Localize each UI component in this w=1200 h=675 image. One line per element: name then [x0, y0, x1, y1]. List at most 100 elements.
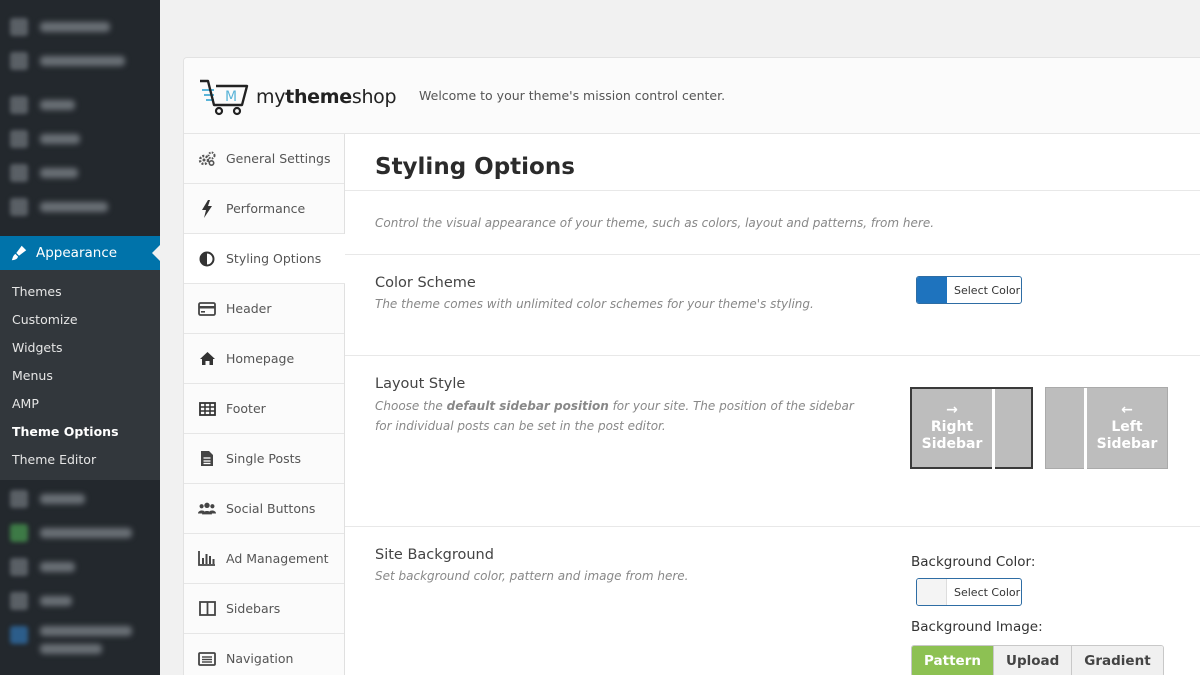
wp-submenu-menus[interactable]: Menus — [12, 368, 53, 383]
nav-item-label: Social Buttons — [226, 501, 316, 516]
wp-submenu-themes[interactable]: Themes — [12, 284, 62, 299]
pattern-tab[interactable]: Pattern — [912, 646, 994, 675]
nav-item-label: Footer — [226, 401, 266, 416]
file-text-icon — [198, 450, 216, 468]
nav-item-label: Styling Options — [226, 251, 322, 266]
color-swatch — [917, 277, 947, 303]
background-color-label: Background Color: — [911, 554, 1036, 570]
divider — [345, 254, 1200, 255]
layout-right-sidebar-option[interactable]: → Right Sidebar — [910, 387, 1033, 471]
nav-item-label: Navigation — [226, 651, 294, 666]
blurred-icon — [10, 524, 28, 542]
welcome-message: Welcome to your theme's mission control … — [419, 88, 726, 103]
nav-item-sidebars[interactable]: Sidebars — [184, 584, 344, 634]
nav-item-header[interactable]: Header — [184, 284, 344, 334]
nav-item-footer[interactable]: Footer — [184, 384, 344, 434]
layout-left-sidebar-option[interactable]: ← Left Sidebar — [1045, 387, 1168, 470]
wp-submenu-widgets[interactable]: Widgets — [12, 340, 63, 355]
wp-menu-item-blurred[interactable] — [0, 620, 160, 664]
blurred-icon — [10, 626, 28, 644]
logo-letter: M — [225, 89, 237, 105]
nav-item-label: Header — [226, 301, 272, 316]
theme-options-panel: M mythemeshop Welcome to your theme's mi… — [183, 57, 1200, 675]
nav-item-styling-options[interactable]: Styling Options — [184, 234, 345, 284]
wp-menu-item-blurred[interactable] — [0, 156, 160, 190]
section-title: Styling Options — [375, 154, 575, 180]
divider — [345, 355, 1200, 356]
nav-item-social-buttons[interactable]: Social Buttons — [184, 484, 344, 534]
nav-item-label: General Settings — [226, 151, 331, 166]
adjust-icon — [198, 250, 216, 268]
blurred-icon — [10, 592, 28, 610]
nav-item-label: Homepage — [226, 351, 295, 366]
blurred-icon — [10, 96, 28, 114]
logo-wordmark: mythemeshop — [256, 86, 397, 108]
background-image-label: Background Image: — [911, 619, 1043, 635]
gears-icon — [198, 150, 216, 168]
wp-menu-item-blurred[interactable] — [0, 516, 160, 550]
select-color-label: Select Color — [954, 283, 1021, 297]
blurred-icon — [10, 490, 28, 508]
layout-right-label: → Right Sidebar — [912, 402, 992, 453]
layout-divider — [992, 389, 995, 471]
divider — [345, 190, 1200, 191]
wp-submenu-theme-editor[interactable]: Theme Editor — [12, 452, 96, 467]
wp-menu-item-blurred[interactable] — [0, 550, 160, 584]
options-content: Styling Options Control the visual appea… — [345, 134, 1200, 675]
color-scheme-select-button[interactable]: Select Color — [916, 276, 1022, 304]
wp-submenu-amp[interactable]: AMP — [12, 396, 39, 411]
wp-admin-sidebar: Appearance Themes Customize Widgets Menu… — [0, 0, 160, 675]
wp-menu-item-blurred[interactable] — [0, 482, 160, 516]
divider — [345, 526, 1200, 527]
wp-menu-item-blurred[interactable] — [0, 10, 160, 44]
wp-menu-item-blurred[interactable] — [0, 584, 160, 618]
select-color-label: Select Color — [954, 585, 1021, 599]
wp-menu-item-blurred[interactable] — [0, 190, 160, 224]
panel-header: M mythemeshop Welcome to your theme's mi… — [184, 58, 1200, 134]
home-icon — [198, 350, 216, 368]
blurred-icon — [10, 198, 28, 216]
upload-tab[interactable]: Upload — [993, 646, 1073, 675]
nav-item-label: Sidebars — [226, 601, 281, 616]
site-background-description: Set background color, pattern and image … — [375, 569, 689, 583]
nav-item-label: Performance — [226, 201, 306, 216]
layout-left-label: ← Left Sidebar — [1087, 402, 1167, 453]
users-icon — [198, 500, 216, 518]
nav-item-ad-management[interactable]: Ad Management — [184, 534, 344, 584]
blurred-icon — [10, 164, 28, 182]
nav-item-homepage[interactable]: Homepage — [184, 334, 344, 384]
paintbrush-icon — [10, 244, 28, 262]
blurred-icon — [10, 18, 28, 36]
bar-chart-icon — [198, 550, 216, 568]
wp-menu-appearance-label: Appearance — [36, 245, 118, 261]
columns-icon — [198, 600, 216, 618]
background-color-select-button[interactable]: Select Color — [916, 578, 1022, 606]
layout-style-description: Choose the default sidebar position for … — [375, 399, 854, 433]
gradient-tab[interactable]: Gradient — [1072, 646, 1163, 675]
wp-menu-appearance[interactable]: Appearance — [0, 236, 160, 270]
blurred-icon — [10, 558, 28, 576]
nav-item-performance[interactable]: Performance — [184, 184, 344, 234]
nav-item-single-posts[interactable]: Single Posts — [184, 434, 344, 484]
wp-appearance-submenu: Themes Customize Widgets Menus AMP Theme… — [0, 270, 160, 480]
wp-menu-item-blurred[interactable] — [0, 122, 160, 156]
wp-submenu-customize[interactable]: Customize — [12, 312, 78, 327]
list-alt-icon — [198, 650, 216, 668]
mythemeshop-logo: M mythemeshop — [198, 78, 397, 116]
layout-style-title: Layout Style — [375, 376, 466, 392]
section-description: Control the visual appearance of your th… — [375, 216, 935, 230]
arrow-left-icon: ← — [1121, 402, 1133, 418]
bolt-icon — [198, 199, 216, 218]
nav-item-navigation[interactable]: Navigation — [184, 634, 344, 675]
credit-card-icon — [198, 300, 216, 318]
nav-item-general-settings[interactable]: General Settings — [184, 134, 344, 184]
cart-logo-icon: M — [198, 78, 250, 116]
blurred-icon — [10, 52, 28, 70]
wp-menu-item-blurred[interactable] — [0, 44, 160, 78]
arrow-right-icon: → — [946, 402, 958, 418]
site-background-title: Site Background — [375, 547, 494, 563]
wp-menu-item-blurred[interactable] — [0, 88, 160, 122]
current-menu-arrow — [152, 245, 160, 261]
wp-submenu-theme-options[interactable]: Theme Options — [12, 424, 119, 439]
color-scheme-title: Color Scheme — [375, 275, 476, 291]
